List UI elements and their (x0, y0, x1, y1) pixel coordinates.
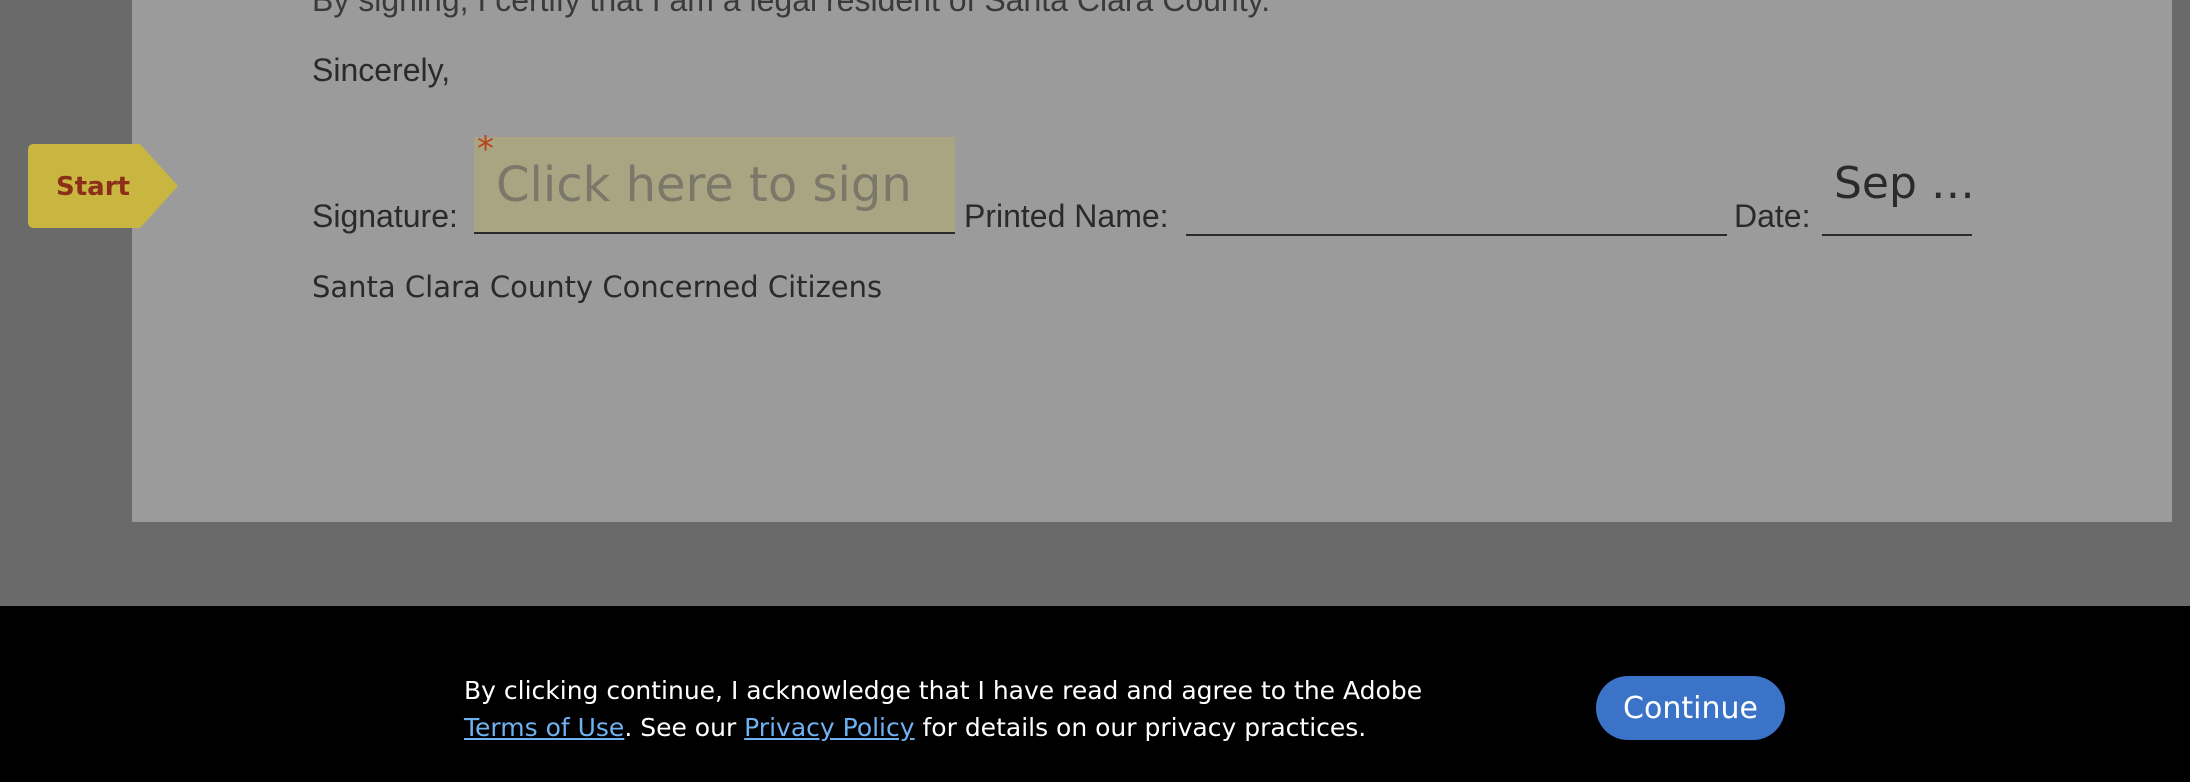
continue-button[interactable]: Continue (1596, 676, 1785, 740)
required-asterisk-icon: * (477, 129, 494, 169)
signature-field[interactable]: Click here to sign (474, 137, 955, 234)
printed-name-line (1186, 234, 1727, 236)
consent-text-part3: for details on our privacy practices. (914, 713, 1367, 742)
certification-text: By signing, I certify that I am a legal … (312, 0, 1271, 18)
consent-text-part2: . See our (624, 713, 745, 742)
document-page: By signing, I certify that I am a legal … (132, 0, 2172, 522)
closing-text: Sincerely, (312, 52, 451, 88)
printed-name-label: Printed Name: (964, 198, 1169, 234)
date-value: Sep … (1834, 158, 1975, 209)
consent-text: By clicking continue, I acknowledge that… (464, 672, 1464, 746)
consent-bar: By clicking continue, I acknowledge that… (0, 606, 2190, 782)
organization-name: Santa Clara County Concerned Citizens (312, 270, 883, 304)
start-button[interactable]: Start (28, 144, 180, 228)
signature-placeholder: Click here to sign (496, 157, 912, 213)
consent-text-part1: By clicking continue, I acknowledge that… (464, 676, 1423, 705)
document-viewport: By signing, I certify that I am a legal … (0, 0, 2190, 782)
date-field[interactable]: Sep … (1822, 150, 1975, 236)
privacy-policy-link[interactable]: Privacy Policy (744, 713, 914, 742)
signature-label: Signature: (312, 198, 458, 234)
terms-of-use-link[interactable]: Terms of Use (464, 713, 624, 742)
start-label: Start (56, 172, 130, 202)
date-label: Date: (1734, 198, 1811, 234)
